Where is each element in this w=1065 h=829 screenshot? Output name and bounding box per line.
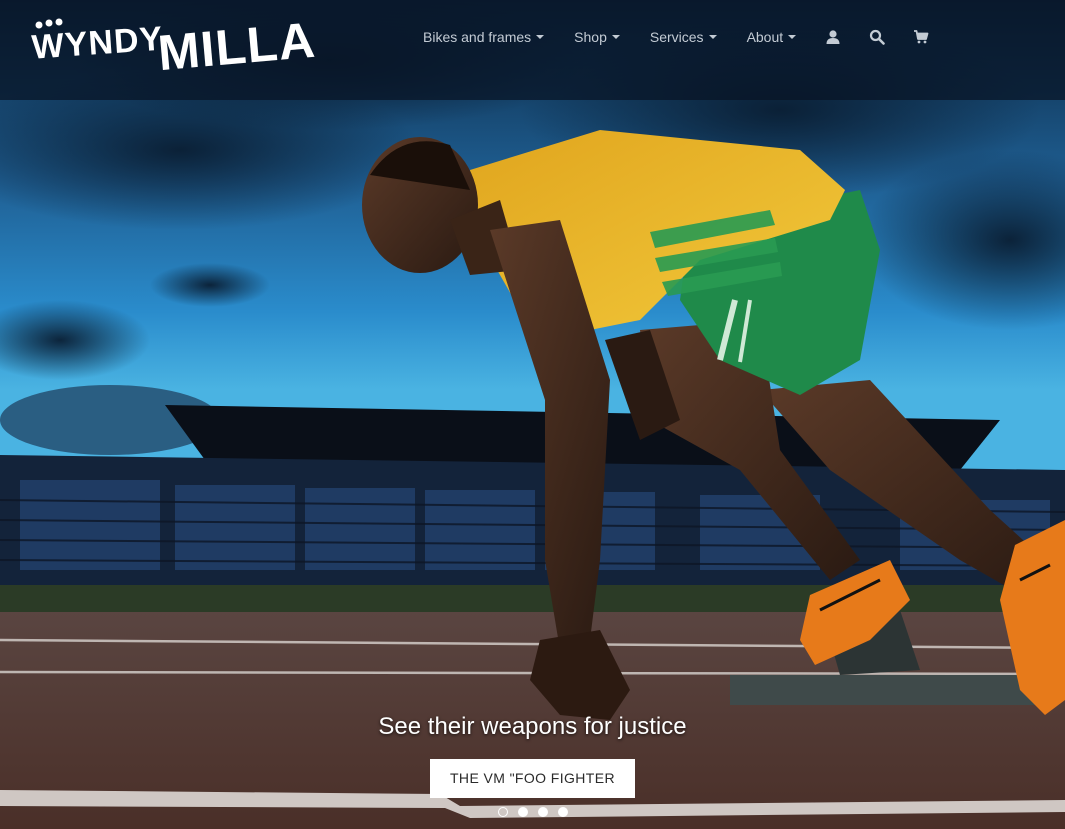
carousel-caption-title: See their weapons for justice — [378, 713, 687, 740]
search-button[interactable] — [855, 24, 899, 50]
cart-icon — [914, 30, 929, 44]
hero-image — [0, 0, 1065, 829]
navbar: WYNDY MILLA Bikes and frames Shop Servic… — [0, 0, 1065, 100]
carousel-indicator-2[interactable] — [517, 807, 528, 817]
nav-item-services[interactable]: Services — [635, 29, 732, 45]
nav-item-label: Shop — [574, 29, 607, 45]
nav-item-bikes-and-frames[interactable]: Bikes and frames — [408, 29, 559, 45]
carousel-indicators — [0, 807, 1065, 817]
nav-item-label: Bikes and frames — [423, 29, 532, 45]
carousel-cta-button[interactable]: THE VM "FOO FIGHTER — [429, 759, 635, 798]
main-nav: Bikes and frames Shop Services About — [408, 24, 943, 50]
search-icon — [870, 29, 885, 45]
svg-text:WYNDY: WYNDY — [30, 20, 164, 67]
account-button[interactable] — [811, 24, 855, 50]
nav-item-about[interactable]: About — [732, 29, 812, 45]
cart-button[interactable] — [899, 24, 943, 50]
carousel-indicator-4[interactable] — [557, 807, 568, 817]
caret-down-icon — [536, 35, 545, 39]
nav-item-shop[interactable]: Shop — [559, 29, 635, 45]
carousel-indicator-3[interactable] — [537, 807, 548, 817]
caret-down-icon — [611, 35, 620, 39]
carousel-caption: See their weapons for justice THE VM "FO… — [0, 712, 1065, 798]
nav-item-label: About — [746, 29, 784, 45]
wyndy-milla-logo: WYNDY MILLA — [30, 12, 318, 70]
caret-down-icon — [708, 35, 717, 39]
caret-down-icon — [788, 35, 797, 39]
brand-logo[interactable]: WYNDY MILLA — [30, 8, 320, 70]
svg-text:MILLA: MILLA — [156, 12, 318, 70]
hero-carousel — [0, 0, 1065, 829]
user-icon — [826, 30, 840, 44]
nav-item-label: Services — [649, 29, 704, 45]
carousel-indicator-1[interactable] — [497, 807, 508, 817]
